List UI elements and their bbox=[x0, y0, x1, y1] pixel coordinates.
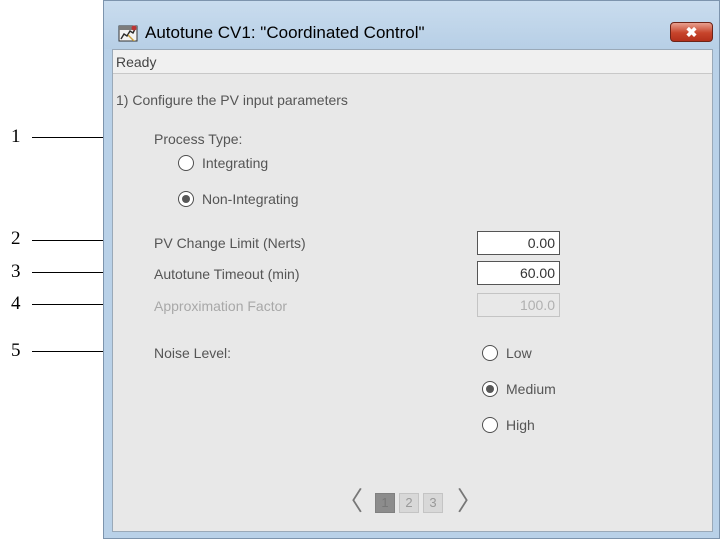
approximation-factor-field: 100.0 bbox=[477, 293, 560, 317]
autotune-timeout-field[interactable]: 60.00 bbox=[477, 261, 560, 285]
non-integrating-label[interactable]: Non-Integrating bbox=[202, 191, 299, 207]
callout-4: 4 bbox=[11, 293, 21, 314]
integrating-radio[interactable] bbox=[178, 155, 194, 171]
step-heading: 1) Configure the PV input parameters bbox=[116, 92, 348, 108]
page-2-button[interactable]: 2 bbox=[399, 493, 419, 513]
window-title: Autotune CV1: "Coordinated Control" bbox=[145, 23, 425, 42]
autotune-app-icon bbox=[118, 24, 138, 47]
noise-high-label[interactable]: High bbox=[506, 417, 535, 433]
pv-change-limit-field[interactable]: 0.00 bbox=[477, 231, 560, 255]
dialog-client-area: Ready 1) Configure the PV input paramete… bbox=[112, 49, 713, 532]
close-button[interactable]: ✖ bbox=[670, 22, 713, 42]
status-bar: Ready bbox=[113, 50, 712, 74]
non-integrating-radio[interactable] bbox=[178, 191, 194, 207]
noise-medium-radio[interactable] bbox=[482, 381, 498, 397]
noise-high-radio[interactable] bbox=[482, 417, 498, 433]
next-page-arrow-icon[interactable]: 〉 bbox=[457, 487, 483, 517]
integrating-label[interactable]: Integrating bbox=[202, 155, 268, 171]
autotune-window: Autotune CV1: "Coordinated Control" ✖ Re… bbox=[103, 0, 720, 539]
autotune-timeout-label: Autotune Timeout (min) bbox=[154, 266, 300, 282]
page-3-button[interactable]: 3 bbox=[423, 493, 443, 513]
process-type-label: Process Type: bbox=[154, 131, 243, 147]
callout-2: 2 bbox=[11, 228, 21, 249]
callout-3: 3 bbox=[11, 261, 21, 282]
previous-page-arrow-icon[interactable]: 〈 bbox=[337, 487, 363, 517]
callout-1: 1 bbox=[11, 126, 21, 147]
noise-low-radio[interactable] bbox=[482, 345, 498, 361]
approximation-factor-label: Approximation Factor bbox=[154, 298, 288, 314]
noise-level-label: Noise Level: bbox=[154, 345, 232, 361]
callout-5: 5 bbox=[11, 340, 21, 361]
title-bar[interactable]: Autotune CV1: "Coordinated Control" ✖ bbox=[104, 1, 719, 49]
page-1-button[interactable]: 1 bbox=[375, 493, 395, 513]
status-text: Ready bbox=[116, 54, 157, 70]
noise-medium-label[interactable]: Medium bbox=[506, 381, 556, 397]
noise-low-label[interactable]: Low bbox=[506, 345, 532, 361]
pv-change-limit-label: PV Change Limit (Nerts) bbox=[154, 235, 306, 251]
